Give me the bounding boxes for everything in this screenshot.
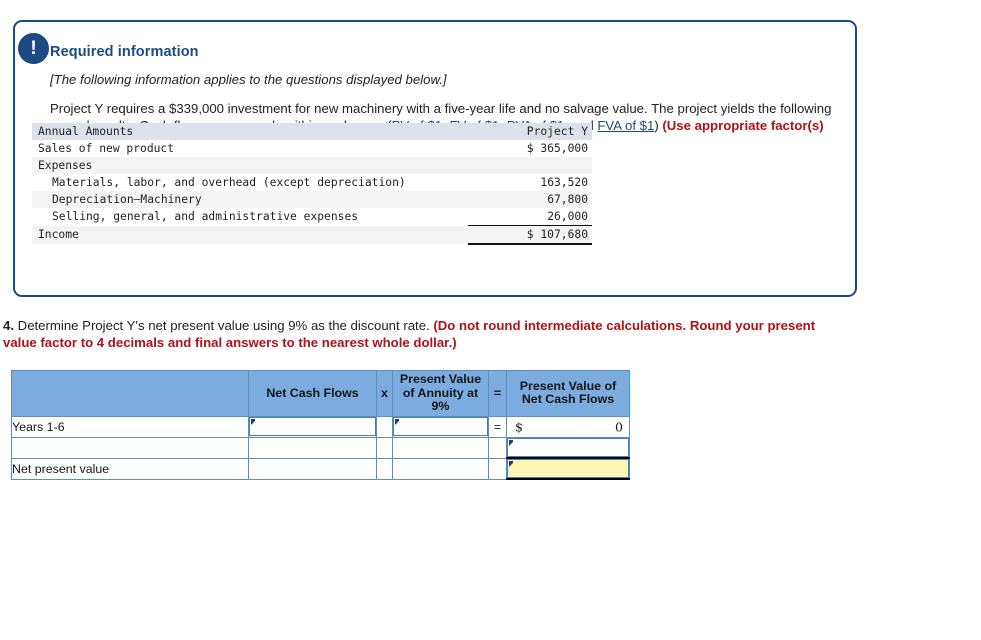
row-label: Income [38, 228, 79, 242]
row-label-net-present-value: Net present value [11, 457, 249, 480]
header-pv-net-cash-flows: Present Value of Net Cash Flows [506, 370, 630, 417]
table-row: Materials, labor, and overhead (except d… [32, 174, 592, 191]
currency-symbol: $ [515, 419, 523, 434]
blank-row-input[interactable] [507, 437, 629, 457]
result-value: 0 [615, 419, 623, 434]
pv-annuity-cell[interactable] [392, 415, 489, 438]
table-header-row: Annual Amounts Project Y [32, 123, 592, 140]
blank-annuity-cell [392, 436, 489, 459]
exclamation-icon: ! [18, 33, 49, 64]
row-value: 67,800 [547, 193, 588, 206]
row-label: Sales of new product [38, 142, 175, 155]
row-value: $ 107,680 [468, 225, 592, 245]
blank-net-cash-cell [248, 436, 377, 459]
table-row: Depreciation—Machinery 67,800 [32, 191, 592, 208]
header-blank [11, 370, 249, 417]
header-net-cash-flows: Net Cash Flows [248, 370, 377, 417]
header-equals-operator: = [488, 370, 507, 417]
row-label: Depreciation—Machinery [52, 193, 202, 206]
multiply-operator-cell [376, 415, 393, 438]
npv-spacer-2 [376, 457, 393, 480]
blank-equals-cell [488, 436, 507, 459]
question-text: Determine Project Y's net present value … [14, 318, 434, 333]
npv-worksheet-table: Net Cash Flows x Present Value of Annuit… [11, 370, 630, 480]
pv-annuity-input[interactable] [393, 417, 488, 436]
net-cash-flows-cell[interactable] [248, 415, 377, 438]
net-cash-flows-input[interactable] [249, 417, 376, 436]
npv-spacer-4 [488, 457, 507, 480]
net-present-value-input[interactable] [507, 459, 629, 478]
blank-label-cell [11, 436, 249, 459]
table-row: Expenses [32, 157, 592, 174]
net-present-value-cell[interactable] [506, 457, 630, 480]
npv-spacer-1 [248, 457, 377, 480]
question-4: 4. Determine Project Y's net present val… [3, 318, 833, 351]
exclamation-glyph: ! [30, 38, 37, 59]
table-row: Sales of new product $ 365,000 [32, 140, 592, 157]
table-row-net-present-value: Net present value [11, 457, 630, 480]
table-row: Selling, general, and administrative exp… [32, 208, 592, 226]
row-label: Materials, labor, and overhead (except d… [52, 176, 406, 189]
question-number: 4. [3, 318, 14, 333]
worksheet-header-row: Net Cash Flows x Present Value of Annuit… [11, 370, 630, 417]
row-value: 163,520 [540, 176, 588, 189]
table-row-years-1-6: Years 1-6 = $ 0 [11, 415, 630, 438]
row-label: Selling, general, and administrative exp… [52, 210, 359, 224]
blank-multiply-cell [376, 436, 393, 459]
row-label-years: Years 1-6 [11, 415, 249, 438]
npv-spacer-3 [392, 457, 489, 480]
row-value: $ 365,000 [526, 142, 588, 155]
amounts-header-value: Project Y [526, 125, 588, 138]
row-value: 26,000 [468, 208, 592, 226]
header-multiply-operator: x [376, 370, 393, 417]
required-information-panel: ! Required information [The following in… [13, 20, 857, 297]
row-value [468, 157, 592, 174]
blank-result-cell[interactable] [506, 436, 630, 459]
equals-operator-cell: = [488, 415, 507, 438]
applies-note: [The following information applies to th… [50, 72, 447, 87]
table-row-blank [11, 436, 630, 459]
header-pv-annuity: Present Value of Annuity at 9% [392, 370, 489, 417]
table-total-row: Income $ 107,680 [32, 225, 592, 245]
amounts-header-label: Annual Amounts [38, 125, 134, 138]
annual-amounts-table: Annual Amounts Project Y Sales of new pr… [32, 123, 592, 245]
row-label: Expenses [38, 159, 93, 172]
pv-net-cash-flows-result-cell: $ 0 [506, 415, 630, 438]
panel-title: Required information [50, 44, 199, 60]
link-fva-of-1[interactable]: FVA of $1 [597, 118, 654, 133]
